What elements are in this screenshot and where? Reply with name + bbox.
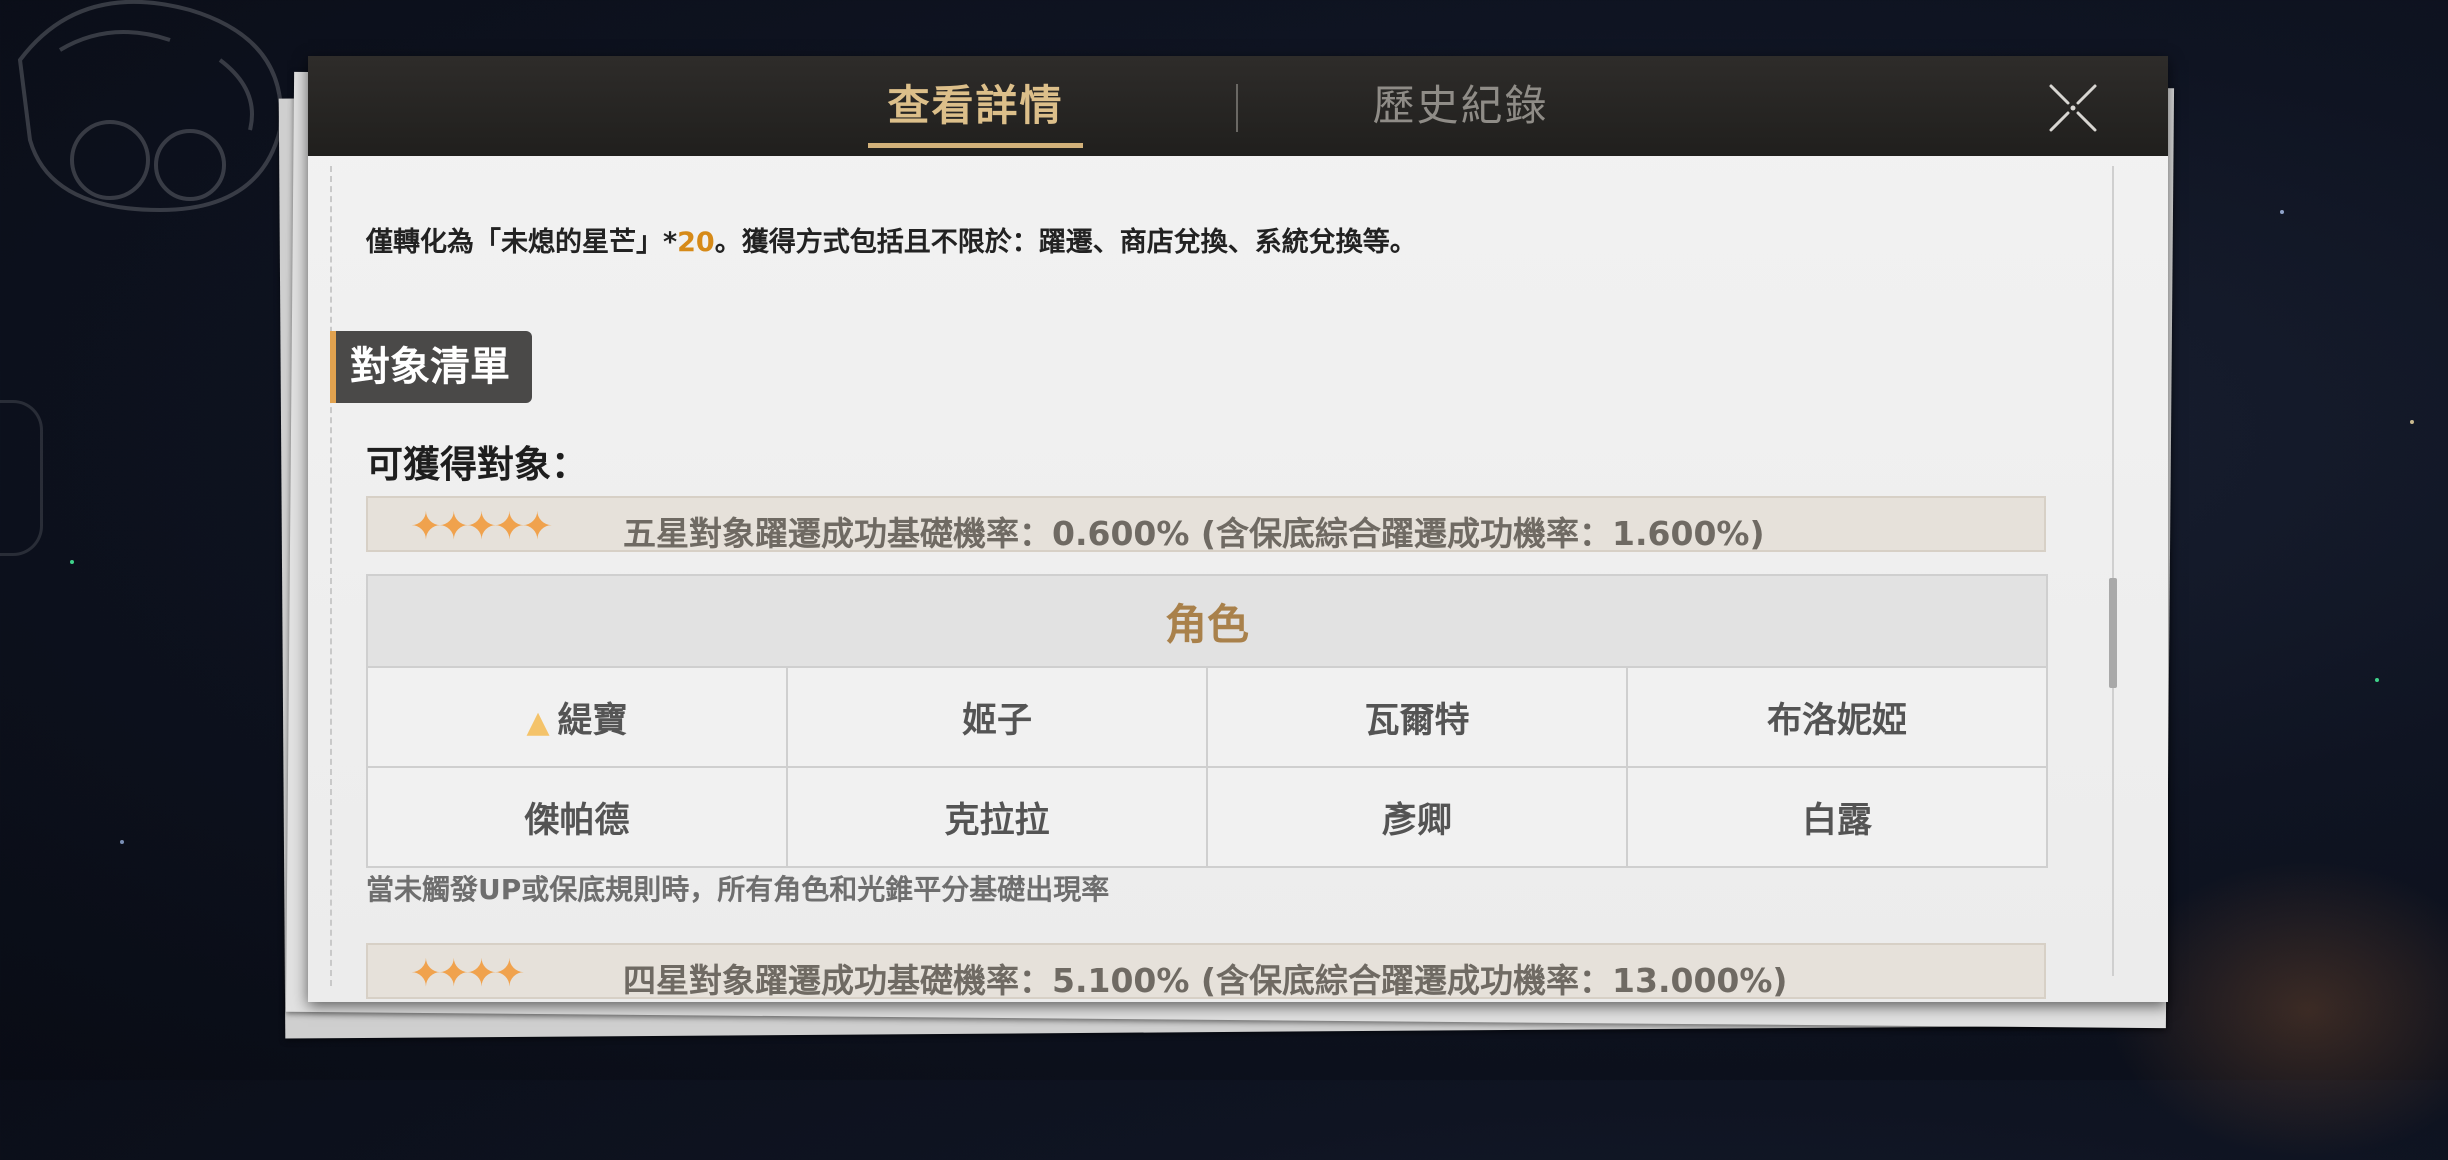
intro-count: 20 (677, 227, 715, 258)
tab-divider (1236, 84, 1238, 132)
table-cell: 白露 (1626, 766, 2048, 868)
character-name: 緹寶 (557, 700, 628, 741)
table-cell: 姬子 (786, 666, 1208, 768)
active-tab-indicator (868, 143, 1083, 148)
character-table: 角色 ▲ 緹寶 姬子 瓦爾特 布洛妮婭 傑帕德 克拉拉 彥卿 白露 (366, 574, 2048, 868)
table-cell: ▲ 緹寶 (366, 666, 788, 768)
five-star-rate-bar: ✦✦✦✦✦ 五星對象躍遷成功基礎機率：0.600% (含保底綜合躍遷成功機率：1… (366, 496, 2046, 553)
left-dashed-rule (330, 166, 332, 986)
four-star-rate-text: 四星對象躍遷成功基礎機率：5.100% (含保底綜合躍遷成功機率：13.000%… (623, 961, 1788, 1000)
tab-details[interactable]: 查看詳情 (868, 76, 1083, 148)
four-star-rate-bar: ✦✦✦✦ 四星對象躍遷成功基礎機率：5.100% (含保底綜合躍遷成功機率：13… (366, 943, 2046, 1000)
section-title-object-list: 對象清單 (330, 331, 532, 403)
intro-prefix: 僅轉化為「未熄的星芒」* (366, 227, 678, 258)
tab-history-label: 歷史紀錄 (1372, 81, 1549, 130)
background-star (2410, 420, 2414, 424)
tab-details-label: 查看詳情 (887, 81, 1064, 130)
four-star-icons: ✦✦✦✦ (410, 951, 525, 995)
table-cell: 彥卿 (1206, 766, 1628, 868)
scroll-track (2112, 166, 2114, 976)
tab-history[interactable]: 歷史紀錄 (1363, 76, 1558, 136)
details-content[interactable]: 僅轉化為「未熄的星芒」*20。獲得方式包括且不限於：躍遷、商店兌換、系統兌換等。… (308, 156, 2168, 1002)
up-badge-icon: ▲ (526, 704, 550, 740)
table-header-character: 角色 (366, 574, 2048, 668)
background-star (120, 840, 124, 844)
rate-note: 當未觸發UP或保底規則時，所有角色和光錐平分基礎出現率 (366, 873, 1110, 906)
five-star-rate-text: 五星對象躍遷成功基礎機率：0.600% (含保底綜合躍遷成功機率：1.600%) (623, 514, 1765, 553)
table-cell: 布洛妮婭 (1626, 666, 2048, 768)
scrollbar-thumb[interactable] (2109, 578, 2117, 688)
table-cell: 克拉拉 (786, 766, 1208, 868)
background-bracket (0, 400, 43, 556)
close-icon[interactable] (2043, 78, 2103, 138)
table-row: ▲ 緹寶 姬子 瓦爾特 布洛妮婭 (366, 666, 2048, 768)
background-star (70, 560, 74, 564)
table-row: 傑帕德 克拉拉 彥卿 白露 (366, 766, 2048, 868)
intro-suffix: 。獲得方式包括且不限於：躍遷、商店兌換、系統兌換等。 (714, 227, 1417, 258)
dialog-header: 查看詳情 歷史紀錄 (308, 56, 2168, 156)
table-cell: 傑帕德 (366, 766, 788, 868)
background-star (2280, 210, 2284, 214)
background-star (2375, 678, 2379, 682)
obtainable-label: 可獲得對象： (366, 443, 588, 486)
details-dialog: 查看詳情 歷史紀錄 僅轉化為「未熄的星芒」*20。獲得方式包括且不限於：躍遷、商… (308, 56, 2168, 1002)
five-star-icons: ✦✦✦✦✦ (410, 504, 553, 548)
table-cell: 瓦爾特 (1206, 666, 1628, 768)
intro-text: 僅轉化為「未熄的星芒」*20。獲得方式包括且不限於：躍遷、商店兌換、系統兌換等。 (366, 220, 1417, 259)
